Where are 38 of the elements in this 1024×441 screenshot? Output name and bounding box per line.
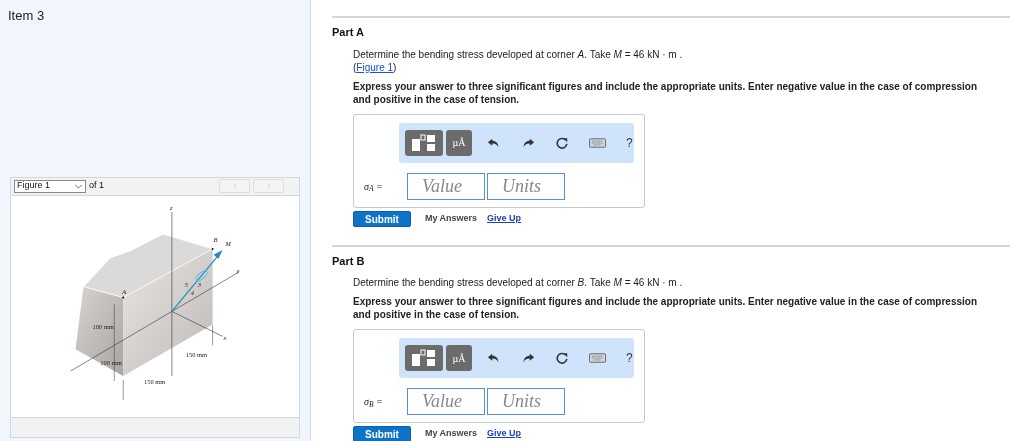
- variable-label: σ$_{B}$ =: [364, 395, 384, 409]
- instruction-text: Express your answer to three significant figures and include the appropriate units. Enter negative value in the case of compression and positive in the case of tension.: [353, 295, 979, 321]
- give-up-link[interactable]: Give Up: [487, 427, 522, 441]
- template-icon: [411, 349, 437, 367]
- figure-count: of 1: [89, 179, 104, 193]
- template-icon: [411, 133, 437, 152]
- keyboard-icon[interactable]: [589, 353, 606, 363]
- reset-icon[interactable]: [555, 351, 569, 365]
- units-button[interactable]: µÅ: [446, 345, 472, 371]
- my-answers-link[interactable]: My Answers: [424, 211, 478, 226]
- template-button[interactable]: [405, 129, 443, 156]
- my-answers-link[interactable]: My Answers: [424, 427, 478, 441]
- chevron-left-icon: [232, 183, 237, 189]
- help-button[interactable]: ?: [626, 349, 633, 367]
- value-field[interactable]: Value: [407, 388, 485, 415]
- help-button[interactable]: ?: [626, 133, 633, 152]
- submit-button[interactable]: Submit: [353, 210, 411, 227]
- item-title: Item 3: [8, 7, 46, 25]
- parenthesis: ): [393, 60, 397, 74]
- part-title: Part B: [332, 253, 366, 269]
- units-button[interactable]: µÅ: [446, 129, 472, 156]
- chevron-right-icon: [266, 183, 271, 189]
- value-field[interactable]: Value: [407, 172, 485, 200]
- chevron-down-icon: [74, 183, 83, 189]
- units-field[interactable]: Units: [487, 172, 565, 200]
- figure-select[interactable]: Figure 1: [14, 179, 86, 193]
- question-text: Determine the bending stress developed at corner B. Take M = 46 kN · m .: [353, 276, 684, 289]
- keyboard-icon[interactable]: [589, 137, 606, 148]
- submit-button[interactable]: Submit: [353, 426, 411, 441]
- template-button[interactable]: [405, 345, 443, 371]
- units-field[interactable]: Units: [487, 388, 565, 415]
- part-title: Part A: [332, 25, 365, 40]
- variable-label: σ$_{A}$ =: [364, 179, 384, 194]
- instruction-text: Express your answer to three significant figures and include the appropriate units. Enter negative value in the case of compression and positive in the case of tension.: [353, 79, 979, 106]
- parenthesis: (: [353, 60, 357, 74]
- question-text: Determine the bending stress developed at corner A. Take M = 46 kN · m .: [353, 47, 684, 61]
- give-up-link[interactable]: Give Up: [487, 211, 522, 226]
- reset-icon[interactable]: [555, 135, 569, 150]
